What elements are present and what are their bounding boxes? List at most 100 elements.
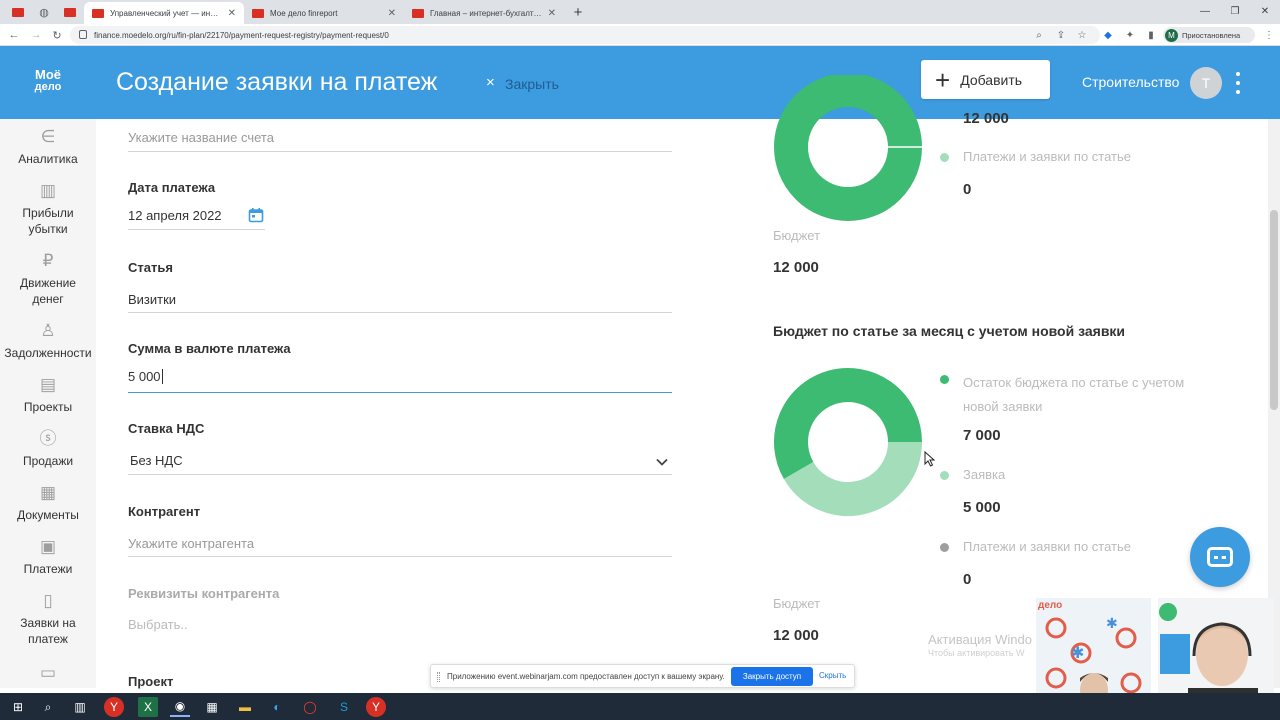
pinned-tab-2[interactable]: ◍ [32, 3, 56, 21]
yandex-icon[interactable]: Y [104, 697, 124, 717]
close-window-icon[interactable]: ✕ [1250, 2, 1280, 20]
legend-remaining-line2: новой заявки [963, 399, 1043, 414]
restore-icon[interactable]: ❐ [1220, 2, 1250, 20]
chat-icon [1207, 547, 1233, 567]
url-field[interactable]: finance.moedelo.org/ru/fin-plan/22170/pa… [70, 26, 1100, 44]
tab-active[interactable]: Управленческий учет — интерн ✕ [84, 2, 244, 24]
sidepanel-icon[interactable]: ▮ [1144, 28, 1158, 42]
scrollbar-thumb[interactable] [1270, 210, 1278, 410]
lock-icon [79, 30, 87, 39]
tab-close-icon[interactable]: ✕ [548, 8, 556, 19]
date-field[interactable]: 12 апреля 2022 [128, 208, 222, 223]
tab-label: Управленческий учет — интерн [110, 8, 222, 18]
avatar[interactable]: Т [1190, 67, 1222, 99]
url-text: finance.moedelo.org/ru/fin-plan/22170/pa… [94, 30, 389, 40]
sidebar-item-label: Заявки на платеж [20, 616, 76, 646]
sidebar-item-requests[interactable]: ▯ Заявки на платеж [0, 591, 96, 647]
article-label: Статья [128, 260, 173, 275]
donut-slice-1 [783, 441, 922, 516]
close-link[interactable]: Закрыть [505, 76, 559, 92]
browser-menu-icon[interactable]: ⋮ [1262, 28, 1276, 42]
extensions-icon[interactable]: ✦ [1123, 28, 1137, 42]
excel-icon[interactable]: X [138, 697, 158, 717]
profile-chip[interactable]: M Приостановлена [1163, 27, 1255, 43]
amount-field[interactable]: 5 000 [128, 369, 163, 384]
chrome-icon[interactable]: ◉ [170, 697, 190, 717]
legend-dot-payments [940, 543, 949, 552]
calculator-icon[interactable]: ▦ [202, 697, 222, 717]
close-icon[interactable]: × [486, 74, 495, 91]
edge-icon[interactable]: ◐ [267, 697, 287, 717]
yandex-browser-icon[interactable]: Y [366, 697, 386, 717]
tab-close-icon[interactable]: ✕ [228, 8, 236, 19]
task-view-icon[interactable]: ▥ [70, 697, 90, 717]
counterparty-label: Контрагент [128, 504, 201, 519]
article-field[interactable]: Визитки [128, 292, 176, 307]
sidebar-item-more[interactable]: ▭ [0, 663, 96, 687]
sidebar-item-payments[interactable]: ▣ Платежи [0, 537, 96, 577]
logo[interactable]: Моё дело [24, 68, 72, 93]
hide-link[interactable]: Скрыть [819, 671, 846, 680]
legend-request-value: 5 000 [963, 499, 1001, 516]
windows-start-icon[interactable]: ⊞ [8, 697, 28, 717]
share-icon[interactable]: ⇪ [1054, 28, 1068, 42]
skype-icon[interactable]: S [334, 697, 354, 717]
back-icon[interactable]: ← [6, 27, 22, 43]
share-message: Приложению event.webinarjam.com предоста… [447, 671, 725, 681]
pinned-tab-3[interactable] [58, 3, 82, 21]
sidebar-item-sales[interactable]: ⓢ Продажи [0, 429, 96, 469]
search-icon[interactable]: ⌕ [38, 697, 58, 717]
drag-handle-icon[interactable] [437, 672, 440, 682]
vat-select[interactable]: Без НДС [130, 453, 183, 468]
counterparty-input[interactable]: Укажите контрагента [128, 536, 254, 551]
calendar-icon[interactable] [248, 207, 264, 223]
zoom-icon[interactable]: ⌕ [1032, 28, 1046, 42]
budget-donut-main [774, 368, 922, 516]
profile-avatar: M [1165, 28, 1178, 42]
budget-label: Бюджет [773, 596, 821, 611]
app-header: Моё дело Создание заявки на платеж × Зак… [0, 46, 1280, 119]
minimize-icon[interactable]: — [1190, 2, 1220, 20]
tab-close-icon[interactable]: ✕ [388, 8, 396, 19]
sidebar-item-label: Задолженности [4, 346, 92, 360]
tab-label: Мое дело finreport [270, 8, 338, 18]
profile-label: Приостановлена [1182, 30, 1241, 40]
more-menu-icon[interactable] [1231, 69, 1245, 97]
translate-icon[interactable]: ◆ [1101, 28, 1115, 42]
sidebar-item-projects[interactable]: ▤ Проекты [0, 375, 96, 415]
add-button[interactable]: + Добавить [921, 60, 1050, 99]
sidebar-item-debts[interactable]: ♙ Задолженности [0, 321, 96, 361]
tab-main[interactable]: Главная – интернет-бухгалтер ✕ [404, 2, 564, 24]
add-button-label: Добавить [960, 71, 1023, 88]
project-label: Проект [128, 674, 174, 689]
pinned-tab-1[interactable] [6, 3, 30, 21]
forward-icon[interactable]: → [28, 27, 44, 43]
chat-button[interactable] [1190, 527, 1250, 587]
reload-icon[interactable]: ↻ [49, 27, 65, 43]
company-name[interactable]: Строительство [1082, 74, 1179, 90]
chevron-down-icon[interactable] [655, 455, 669, 467]
request-icon: ▯ [43, 591, 53, 610]
sidebar-item-label: Документы [17, 508, 79, 522]
new-tab-button[interactable]: + [566, 3, 590, 21]
tab-finreport[interactable]: Мое дело finreport ✕ [244, 2, 404, 24]
stop-sharing-button[interactable]: Закрыть доступ [731, 667, 813, 686]
legend-remaining-line1: Остаток бюджета по статье с учетом [963, 375, 1185, 390]
sidebar-item-documents[interactable]: ▦ Документы [0, 483, 96, 523]
sidebar-item-label: Платежи [23, 562, 73, 576]
folder-icon: ▭ [39, 663, 57, 682]
sidebar-item-analytics[interactable]: ∈ Аналитика [0, 127, 96, 167]
tab-label: Главная – интернет-бухгалтер [430, 8, 542, 18]
star-icon[interactable]: ☆ [1075, 28, 1089, 42]
sidebar-item-cashflow[interactable]: ₽ Движение денег [0, 251, 96, 307]
requisites-select[interactable]: Выбрать.. [128, 617, 188, 632]
sidebar-item-profit[interactable]: ▥ Прибыли убытки [0, 181, 96, 237]
date-label: Дата платежа [128, 180, 216, 195]
opera-icon[interactable]: ◯ [300, 697, 320, 717]
windows-taskbar: ⊞ ⌕ ▥ Y X ◉ ▦ ▬ ◐ ◯ S Y [0, 693, 1280, 720]
address-bar-row: ← → ↻ finance.moedelo.org/ru/fin-plan/22… [0, 24, 1280, 46]
account-input[interactable]: Укажите название счета [128, 130, 274, 145]
folder-icon[interactable]: ▬ [235, 697, 255, 717]
tab-favicon-icon [412, 8, 424, 18]
sidebar-item-label: Аналитика [18, 152, 78, 166]
